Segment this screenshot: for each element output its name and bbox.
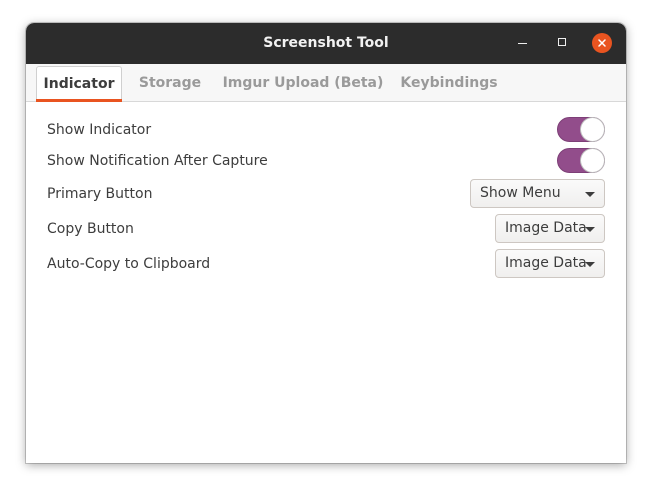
tab-storage[interactable]: Storage	[130, 66, 210, 99]
setting-row-auto-copy: Auto-Copy to Clipboard Image Data	[47, 249, 605, 279]
show-notification-switch[interactable]	[557, 148, 605, 173]
auto-copy-label: Auto-Copy to Clipboard	[47, 256, 211, 272]
setting-row-show-notification: Show Notification After Capture	[47, 146, 605, 176]
copy-button-label: Copy Button	[47, 221, 134, 237]
tab-bar: Indicator Storage Imgur Upload (Beta) Ke…	[26, 64, 626, 102]
maximize-icon	[558, 38, 566, 46]
copy-button-dropdown[interactable]: Image Data	[495, 214, 605, 243]
close-icon	[598, 39, 606, 47]
show-indicator-label: Show Indicator	[47, 122, 152, 138]
primary-button-dropdown[interactable]: Show Menu	[470, 179, 605, 208]
primary-button-label: Primary Button	[47, 186, 153, 202]
tab-imgur-upload[interactable]: Imgur Upload (Beta)	[220, 66, 386, 99]
title-bar[interactable]: Screenshot Tool	[26, 23, 626, 64]
app-window: Screenshot Tool Indicator Storage Imgur …	[26, 23, 626, 463]
show-indicator-switch[interactable]	[557, 117, 605, 142]
tab-indicator[interactable]: Indicator	[36, 66, 122, 102]
window-title: Screenshot Tool	[263, 35, 389, 51]
switch-knob	[581, 118, 604, 141]
copy-button-value: Image Data	[505, 220, 587, 236]
setting-row-copy-button: Copy Button Image Data	[47, 214, 605, 244]
auto-copy-value: Image Data	[505, 255, 587, 271]
maximize-button[interactable]	[553, 33, 573, 53]
setting-row-primary-button: Primary Button Show Menu	[47, 179, 605, 209]
show-notification-label: Show Notification After Capture	[47, 153, 268, 169]
chevron-down-icon	[585, 227, 595, 232]
chevron-down-icon	[585, 192, 595, 197]
minimize-icon	[518, 43, 527, 44]
switch-knob	[581, 149, 604, 172]
chevron-down-icon	[585, 262, 595, 267]
auto-copy-dropdown[interactable]: Image Data	[495, 249, 605, 278]
primary-button-value: Show Menu	[480, 185, 561, 201]
close-button[interactable]	[592, 33, 612, 53]
minimize-button[interactable]	[513, 33, 533, 53]
tab-keybindings[interactable]: Keybindings	[396, 66, 502, 99]
setting-row-show-indicator: Show Indicator	[47, 115, 605, 145]
